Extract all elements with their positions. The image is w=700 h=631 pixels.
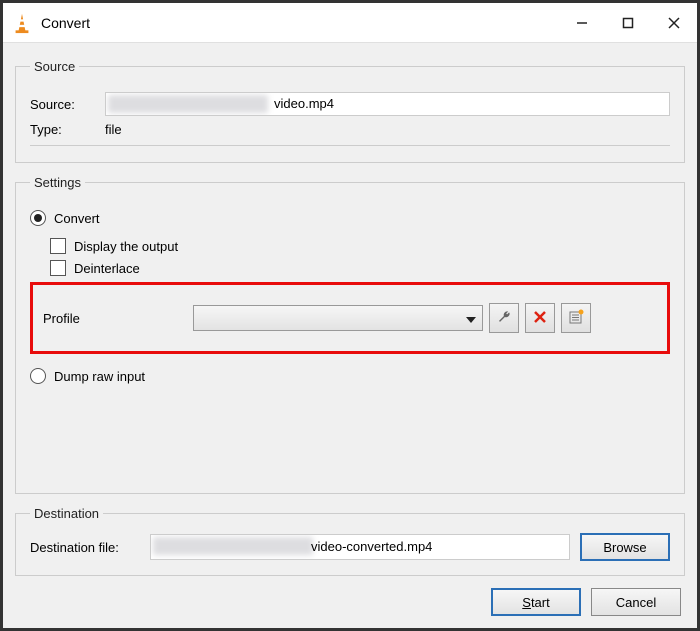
destination-value: video-converted.mp4: [311, 539, 432, 554]
titlebar: Convert: [3, 3, 697, 43]
radio-icon: [30, 210, 46, 226]
dialog-body: Source Source: video.mp4 Type: file Sett…: [3, 43, 697, 628]
source-legend: Source: [30, 59, 79, 74]
deinterlace-checkbox[interactable]: Deinterlace: [50, 260, 670, 276]
settings-legend: Settings: [30, 175, 85, 190]
new-profile-button[interactable]: [561, 303, 591, 333]
x-icon: [533, 310, 547, 327]
profile-row-highlight: Profile: [30, 282, 670, 354]
dump-raw-label: Dump raw input: [54, 369, 145, 384]
cancel-button[interactable]: Cancel: [591, 588, 681, 616]
destination-label: Destination file:: [30, 540, 150, 555]
delete-profile-button[interactable]: [525, 303, 555, 333]
window-title: Convert: [41, 15, 559, 31]
settings-group: Settings Convert Display the output Dein…: [15, 175, 685, 494]
convert-label: Convert: [54, 211, 100, 226]
convert-radio[interactable]: Convert: [30, 210, 670, 226]
convert-dialog: Convert Source Source: video.mp4: [0, 0, 700, 631]
source-label: Source:: [30, 97, 105, 112]
edit-profile-button[interactable]: [489, 303, 519, 333]
source-value: video.mp4: [274, 96, 334, 111]
wrench-icon: [496, 309, 512, 328]
source-group: Source Source: video.mp4 Type: file: [15, 59, 685, 163]
destination-group: Destination Destination file: video-conv…: [15, 506, 685, 576]
destination-input[interactable]: video-converted.mp4: [150, 534, 570, 560]
deinterlace-label: Deinterlace: [74, 261, 140, 276]
source-input[interactable]: video.mp4: [105, 92, 670, 116]
display-output-checkbox[interactable]: Display the output: [50, 238, 670, 254]
checkbox-icon: [50, 238, 66, 254]
type-label: Type:: [30, 122, 105, 137]
type-value: file: [105, 122, 122, 137]
dialog-footer: Start Cancel: [15, 578, 685, 618]
start-button[interactable]: Start: [491, 588, 581, 616]
redacted-path: [153, 537, 313, 555]
destination-legend: Destination: [30, 506, 103, 521]
dump-raw-radio[interactable]: Dump raw input: [30, 368, 670, 384]
profile-label: Profile: [43, 311, 193, 326]
new-list-icon: [568, 309, 584, 328]
window-controls: [559, 4, 697, 42]
profile-combobox[interactable]: [193, 305, 483, 331]
browse-button[interactable]: Browse: [580, 533, 670, 561]
display-output-label: Display the output: [74, 239, 178, 254]
vlc-cone-icon: [11, 12, 33, 34]
divider: [30, 145, 670, 146]
radio-icon: [30, 368, 46, 384]
chevron-down-icon: [466, 311, 476, 326]
maximize-button[interactable]: [605, 4, 651, 42]
checkbox-icon: [50, 260, 66, 276]
close-button[interactable]: [651, 4, 697, 42]
minimize-button[interactable]: [559, 4, 605, 42]
redacted-path: [108, 95, 268, 113]
